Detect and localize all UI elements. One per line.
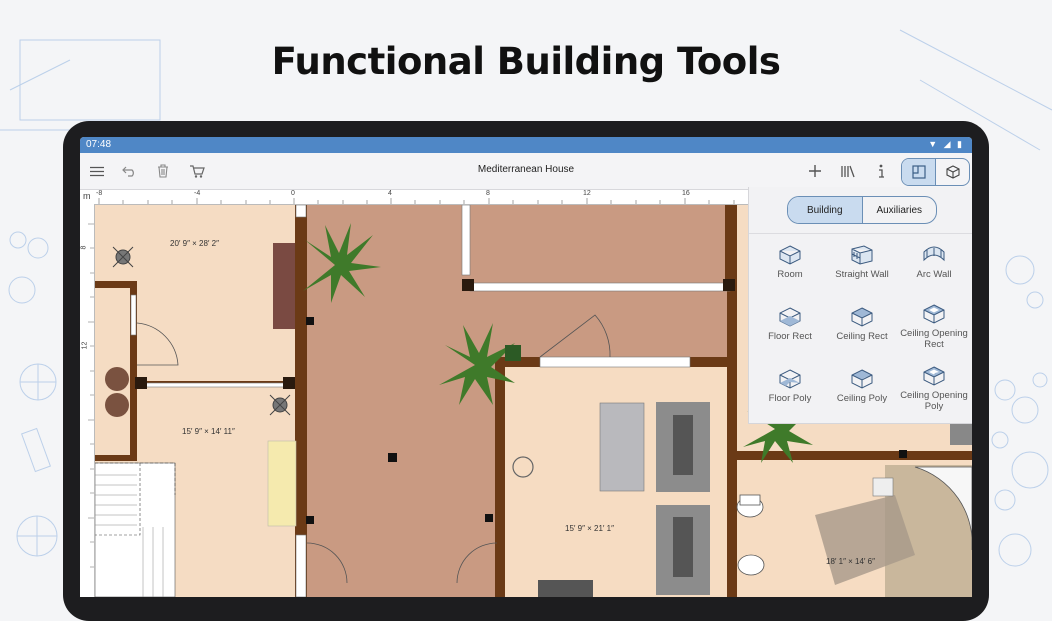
tool-floor-rect[interactable]: Floor Rect xyxy=(753,306,827,342)
tab-auxiliaries[interactable]: Auxiliaries xyxy=(861,197,937,223)
tool-ceiling-poly[interactable]: Ceiling Poly xyxy=(825,368,899,404)
ruler-left-label: 12 xyxy=(81,341,89,350)
tool-ceiling-opening-poly[interactable]: Ceiling Opening Poly xyxy=(897,365,971,412)
ruler-top-label: -8 xyxy=(96,190,103,197)
tool-ceiling-opening-rect[interactable]: Ceiling Opening Rect xyxy=(897,303,971,350)
ceiling-rect-icon xyxy=(851,307,873,327)
room-dimension: 20′ 9″ × 28′ 2″ xyxy=(170,239,219,248)
divider xyxy=(749,233,972,234)
panel-tabs: Building Auxiliaries xyxy=(787,196,937,224)
ruler-top-label: -4 xyxy=(194,190,201,197)
tool-label: Straight Wall xyxy=(835,269,889,280)
headline: Functional Building Tools xyxy=(271,40,781,83)
tool-ceiling-rect[interactable]: Ceiling Rect xyxy=(825,306,899,342)
tool-label: Arc Wall xyxy=(916,269,952,280)
library-icon[interactable] xyxy=(837,153,859,189)
tool-straight-wall[interactable]: Straight Wall xyxy=(825,244,899,280)
ruler-top-label: 4 xyxy=(388,190,392,197)
ruler-top-label: 12 xyxy=(583,190,591,197)
tool-label: Ceiling Rect xyxy=(836,331,888,342)
tool-label: Ceiling Opening Poly xyxy=(900,390,968,412)
tool-label: Floor Poly xyxy=(768,393,812,404)
ruler-top-label: 16 xyxy=(682,190,690,197)
ruler-top-label: 8 xyxy=(486,190,490,197)
status-time: 07:48 xyxy=(86,139,112,150)
room-icon xyxy=(779,245,801,265)
arc-wall-icon xyxy=(923,246,945,262)
cube-3d-icon[interactable] xyxy=(935,159,969,185)
ceiling-poly-icon xyxy=(851,369,873,389)
toolbar: Mediterranean House xyxy=(80,153,972,190)
room-dimension: 15′ 9″ × 14′ 11″ xyxy=(182,427,235,436)
floor-poly-icon xyxy=(779,369,801,389)
tool-label: Room xyxy=(777,269,803,280)
status-bar: 07:48 ▼ ◢ ▮ xyxy=(80,137,972,153)
tool-label: Ceiling Poly xyxy=(836,393,888,404)
straight-wall-icon xyxy=(851,245,873,265)
tab-building[interactable]: Building xyxy=(788,197,862,223)
tool-label: Floor Rect xyxy=(768,331,812,342)
ruler-left: 8 12 xyxy=(80,204,95,597)
tool-label: Ceiling Opening Rect xyxy=(900,328,968,350)
view-mode-toggle xyxy=(901,158,970,186)
ruler-unit: m xyxy=(83,191,91,201)
ruler-left-label: 8 xyxy=(80,245,88,250)
app-screen: 07:48 ▼ ◢ ▮ Mediterranean House m -8 -4 … xyxy=(80,137,972,597)
plan-2d-icon[interactable] xyxy=(902,159,935,185)
tool-floor-poly[interactable]: Floor Poly xyxy=(753,368,827,404)
tool-arc-wall[interactable]: Arc Wall xyxy=(897,244,971,280)
floor-rect-icon xyxy=(779,307,801,327)
room-dimension: 15′ 9″ × 21′ 1″ xyxy=(565,524,614,533)
info-icon[interactable] xyxy=(870,153,892,189)
ceiling-opening-poly-icon xyxy=(923,366,945,386)
ceiling-opening-rect-icon xyxy=(923,304,945,324)
tool-room[interactable]: Room xyxy=(753,244,827,280)
plus-icon[interactable] xyxy=(804,153,826,189)
room-dimension: 18′ 1″ × 14′ 6″ xyxy=(826,557,875,566)
building-tools-panel: Building Auxiliaries Room Straight Wall … xyxy=(748,187,972,424)
ruler-top-label: 0 xyxy=(291,190,295,197)
status-icons: ▼ ◢ ▮ xyxy=(928,139,964,149)
